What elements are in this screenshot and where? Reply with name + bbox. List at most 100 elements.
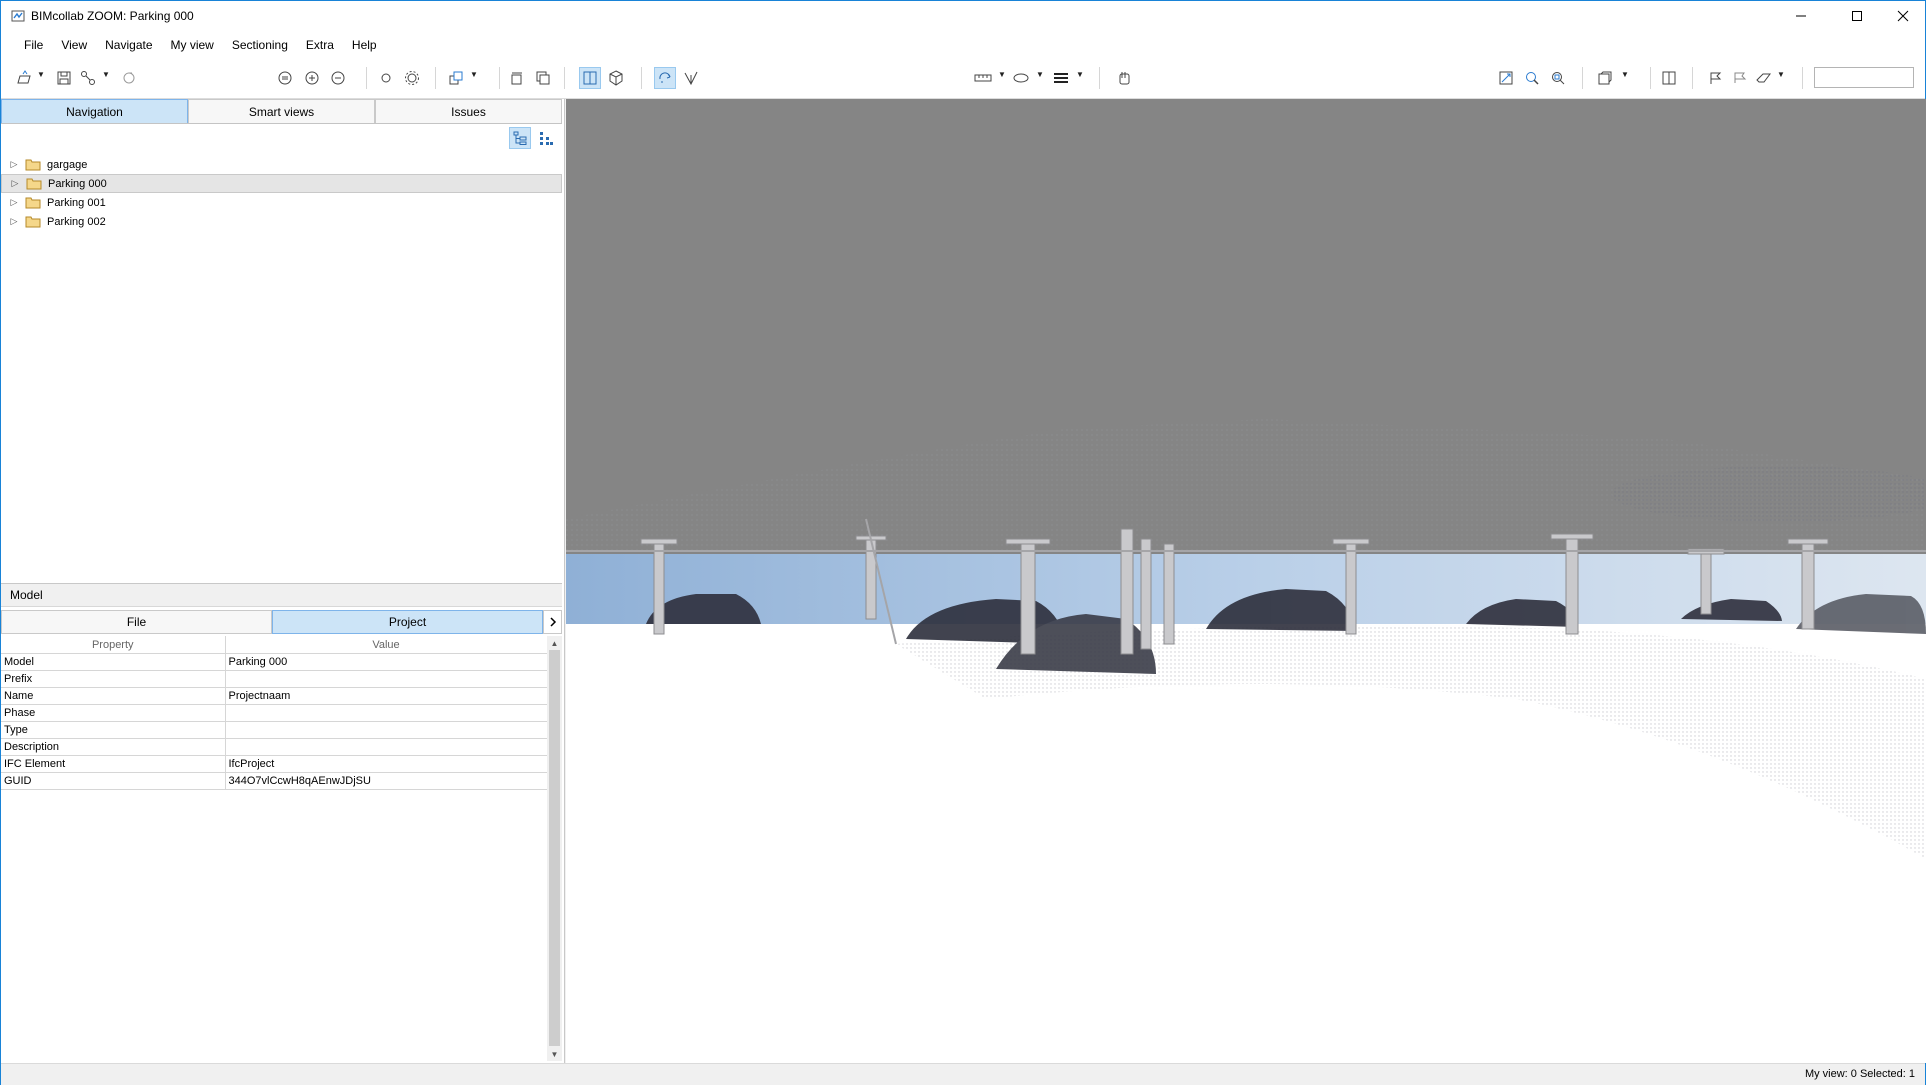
eraser-dropdown-icon[interactable]: ▼ — [1777, 70, 1785, 79]
link-dropdown-icon[interactable]: ▼ — [102, 70, 110, 79]
menu-help[interactable]: Help — [343, 38, 386, 52]
measure-button[interactable] — [972, 67, 994, 89]
walk-icon — [684, 71, 698, 86]
search-input[interactable] — [1814, 67, 1914, 88]
transparency-button[interactable] — [1010, 67, 1032, 89]
menu-navigate[interactable]: Navigate — [96, 38, 161, 52]
subtab-project[interactable]: Project — [272, 610, 543, 634]
scroll-up-icon[interactable]: ▲ — [547, 636, 562, 650]
expand-arrow-icon[interactable]: ▷ — [7, 216, 21, 227]
tree-toolbar — [1, 123, 562, 153]
toolbar-separator — [1099, 67, 1100, 89]
subtab-next-button[interactable] — [543, 610, 562, 634]
zoom-in-icon — [305, 71, 319, 85]
scroll-down-icon[interactable]: ▼ — [547, 1047, 562, 1061]
link-button[interactable] — [77, 67, 99, 89]
model-tree: ▷ gargage ▷ Parking 000 ▷ Parking 001 ▷ … — [1, 155, 562, 231]
tree-list-button[interactable] — [535, 127, 557, 149]
orbit-button[interactable] — [654, 67, 676, 89]
table-row[interactable]: Description — [1, 738, 548, 756]
subtab-file[interactable]: File — [1, 610, 272, 634]
tab-issues[interactable]: Issues — [375, 99, 562, 123]
minimize-button[interactable] — [1778, 1, 1823, 31]
expand-arrow-icon[interactable]: ▷ — [7, 197, 21, 208]
walk-mode-button[interactable] — [680, 67, 702, 89]
expand-arrow-icon[interactable]: ▷ — [8, 178, 22, 189]
zoom-extents-button[interactable] — [1495, 67, 1517, 89]
maximize-button[interactable] — [1834, 1, 1879, 31]
table-row[interactable]: Phase — [1, 704, 548, 722]
folder-icon — [25, 159, 41, 171]
menu-extra[interactable]: Extra — [297, 38, 343, 52]
menu-sectioning[interactable]: Sectioning — [223, 38, 297, 52]
markup-icon — [1734, 72, 1747, 83]
table-row[interactable]: Type — [1, 721, 548, 739]
table-row[interactable]: IFC Element IfcProject — [1, 755, 548, 773]
save-button[interactable] — [53, 67, 75, 89]
property-name: Model — [1, 653, 226, 671]
column-header-property[interactable]: Property — [1, 636, 226, 654]
zoom-selection-button[interactable] — [1521, 67, 1543, 89]
menu-bar: File View Navigate My view Sectioning Ex… — [1, 31, 1925, 59]
panel-tabs: Navigation Smart views Issues — [1, 99, 562, 124]
menu-view[interactable]: View — [52, 38, 96, 52]
tree-item-parking-002[interactable]: ▷ Parking 002 — [1, 212, 562, 231]
line-style-button[interactable] — [1050, 67, 1072, 89]
3d-viewport[interactable] — [566, 99, 1926, 1063]
zoom-out-icon — [331, 71, 345, 85]
light-button[interactable] — [375, 67, 397, 89]
tree-item-parking-001[interactable]: ▷ Parking 001 — [1, 193, 562, 212]
tab-navigation[interactable]: Navigation — [1, 99, 188, 123]
ruler-icon — [974, 74, 992, 82]
table-row[interactable]: Prefix — [1, 670, 548, 688]
property-value: Projectnaam — [225, 687, 548, 705]
close-button[interactable] — [1880, 1, 1925, 31]
tree-item-parking-000[interactable]: ▷ Parking 000 — [1, 174, 562, 193]
tree-hierarchy-button[interactable] — [509, 127, 531, 149]
tab-smart-views[interactable]: Smart views — [188, 99, 375, 123]
menu-file[interactable]: File — [15, 38, 52, 52]
tree-item-gargage[interactable]: ▷ gargage — [1, 155, 562, 174]
select-window-button[interactable] — [532, 67, 554, 89]
perspective-view-button[interactable] — [579, 67, 601, 89]
scrollbar-thumb[interactable] — [549, 650, 560, 1046]
section-dropdown-icon[interactable]: ▼ — [1621, 70, 1629, 79]
measure-dropdown-icon[interactable]: ▼ — [998, 70, 1006, 79]
table-row[interactable]: Name Projectnaam — [1, 687, 548, 705]
hand-tool-button[interactable] — [1113, 67, 1135, 89]
zoom-fit-button[interactable] — [274, 67, 296, 89]
floor-plan-button[interactable] — [1658, 67, 1680, 89]
zoom-window-button[interactable] — [1547, 67, 1569, 89]
transparency-dropdown-icon[interactable]: ▼ — [1036, 70, 1044, 79]
column-header-value[interactable]: Value — [225, 636, 548, 654]
toolbar-separator — [564, 67, 565, 89]
table-row[interactable]: GUID 344O7vlCcwH8qAEnwJDjSU — [1, 772, 548, 790]
property-name: GUID — [1, 772, 226, 790]
zoom-in-button[interactable] — [301, 67, 323, 89]
section-box-button[interactable] — [1594, 67, 1616, 89]
zoom-out-button[interactable] — [327, 67, 349, 89]
line-style-dropdown-icon[interactable]: ▼ — [1076, 70, 1084, 79]
expand-icon — [1499, 71, 1513, 85]
open-dropdown-icon[interactable]: ▼ — [37, 70, 45, 79]
expand-arrow-icon[interactable]: ▷ — [7, 159, 21, 170]
folder-icon — [25, 197, 41, 209]
tree-item-label: Parking 001 — [47, 196, 106, 209]
select-box-button[interactable] — [506, 67, 528, 89]
property-scrollbar[interactable]: ▲ ▼ — [547, 636, 562, 1061]
point-cloud-scene[interactable] — [566, 99, 1926, 1063]
issue-markup-button[interactable] — [1729, 67, 1751, 89]
model-subtabs: File Project — [1, 610, 562, 634]
open-button[interactable] — [13, 67, 35, 89]
perspective-icon — [583, 71, 597, 85]
add-issue-button[interactable] — [1704, 67, 1726, 89]
cube-view-button[interactable] — [605, 67, 627, 89]
main-toolbar: ▼ ▼ ▼ ▼ ▼ ▼ ▼ ▼ — [1, 59, 1925, 99]
model-visibility-button[interactable] — [445, 67, 467, 89]
light-settings-button[interactable] — [401, 67, 423, 89]
eraser-button[interactable] — [1753, 67, 1775, 89]
menu-my-view[interactable]: My view — [162, 38, 223, 52]
model-visibility-dropdown-icon[interactable]: ▼ — [470, 70, 478, 79]
table-row[interactable]: Model Parking 000 — [1, 653, 548, 671]
sync-button[interactable] — [118, 67, 140, 89]
